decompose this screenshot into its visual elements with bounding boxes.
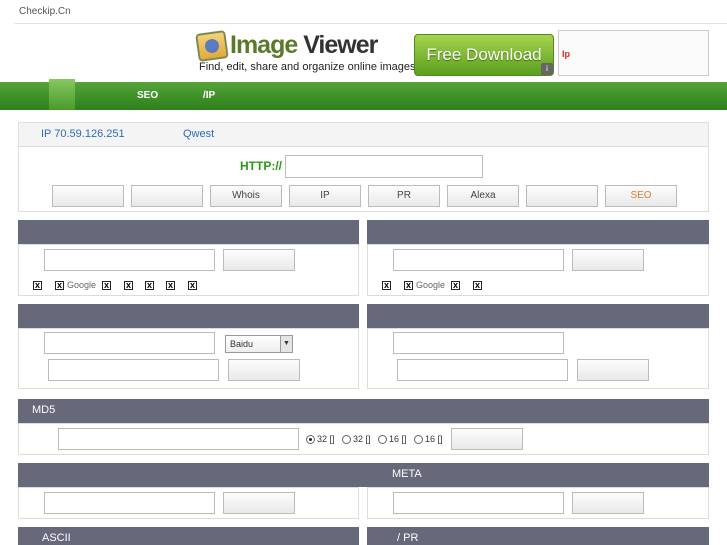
- alexa-button[interactable]: Alexa: [447, 185, 519, 207]
- md5-header: MD5: [18, 399, 709, 423]
- md5-radio-1-label: 32 []: [317, 434, 335, 444]
- section-3-submit-button[interactable]: [228, 359, 300, 381]
- top-divider: [14, 23, 727, 24]
- md5-radio-4[interactable]: [414, 435, 423, 444]
- url-input[interactable]: [285, 155, 483, 178]
- free-download-button[interactable]: Free Download: [414, 34, 554, 76]
- meta-right-input[interactable]: [393, 492, 564, 514]
- meta-title: META: [392, 468, 422, 480]
- section-1-checkbox-1[interactable]: x: [33, 281, 42, 290]
- section-1-checkbox-7[interactable]: x: [188, 281, 197, 290]
- http-label: HTTP://: [240, 159, 282, 173]
- pr-title: / PR: [397, 532, 419, 544]
- section-2-checkbox-1[interactable]: x: [382, 281, 391, 290]
- meta-right-submit-button[interactable]: [572, 492, 644, 514]
- section-1-input[interactable]: [44, 249, 215, 271]
- seo-button[interactable]: SEO: [605, 185, 677, 207]
- section-4-input-2[interactable]: [397, 359, 568, 381]
- whois-button[interactable]: Whois: [210, 185, 282, 207]
- section-2-input[interactable]: [393, 249, 564, 271]
- nav-home-tab[interactable]: [49, 79, 75, 110]
- site-name[interactable]: Checkip.Cn: [19, 6, 71, 17]
- meta-left-input[interactable]: [44, 492, 215, 514]
- section-1-checkbox-3[interactable]: x: [102, 281, 111, 290]
- section-3-input-2[interactable]: [48, 359, 219, 381]
- image-viewer-logo-icon[interactable]: [195, 30, 229, 62]
- search-engine-select[interactable]: Baidu ▼: [225, 335, 293, 353]
- section-4-header: [367, 304, 709, 328]
- client-ip-text: IP 70.59.126.251: [41, 128, 125, 140]
- ip-ad-box[interactable]: Ip: [558, 30, 709, 76]
- ad-title[interactable]: Image Viewer: [230, 31, 378, 60]
- section-4-submit-button[interactable]: [577, 359, 649, 381]
- meta-left-submit-button[interactable]: [223, 492, 295, 514]
- ip-ad-label: Ip: [562, 49, 570, 59]
- pr-header: / PR: [367, 527, 709, 545]
- nav-item-ip[interactable]: /IP: [203, 90, 215, 101]
- search-engine-value: Baidu: [230, 339, 254, 349]
- section-1-checkbox-google[interactable]: x: [55, 281, 64, 290]
- section-3-header: [18, 304, 359, 328]
- section-1-header: [18, 220, 359, 244]
- section-3-input[interactable]: [44, 332, 215, 354]
- section-1-checkbox-5[interactable]: x: [145, 281, 154, 290]
- md5-radio-3-label: 16 []: [389, 434, 407, 444]
- md5-radio-1[interactable]: [306, 435, 315, 444]
- chevron-down-icon: ▼: [280, 336, 292, 352]
- md5-submit-button[interactable]: [451, 428, 523, 450]
- md5-radio-2-label: 32 []: [353, 434, 371, 444]
- nav-bar: [0, 82, 727, 110]
- query-button-2[interactable]: [131, 185, 203, 207]
- section-1-checkbox-4[interactable]: x: [124, 281, 133, 290]
- section-1-checkbox-6[interactable]: x: [166, 281, 175, 290]
- ascii-header: ASCII: [18, 527, 359, 545]
- pr-button[interactable]: PR: [368, 185, 440, 207]
- md5-radio-3[interactable]: [378, 435, 387, 444]
- meta-header: META: [18, 463, 709, 487]
- md5-input[interactable]: [58, 428, 299, 450]
- isp-text: Qwest: [183, 128, 215, 140]
- md5-title: MD5: [32, 404, 56, 416]
- section-2-checkbox-4[interactable]: x: [473, 281, 482, 290]
- section-2-checkbox-google[interactable]: x: [404, 281, 413, 290]
- md5-radio-2[interactable]: [342, 435, 351, 444]
- ad-title-part2: Viewer: [297, 31, 378, 59]
- ascii-title: ASCII: [42, 532, 71, 544]
- query-button-7[interactable]: [526, 185, 598, 207]
- section-2-submit-button[interactable]: [572, 249, 644, 271]
- query-button-1[interactable]: [52, 185, 124, 207]
- section-2-google-label: Google: [416, 280, 446, 290]
- section-2-header: [367, 220, 709, 244]
- section-2-checkbox-3[interactable]: x: [451, 281, 460, 290]
- ip-button[interactable]: IP: [289, 185, 361, 207]
- ad-subtitle: Find, edit, share and organize online im…: [199, 61, 419, 73]
- section-4-input[interactable]: [393, 332, 564, 354]
- info-icon[interactable]: i: [541, 63, 553, 75]
- ad-title-part1: Image: [230, 31, 298, 59]
- md5-radio-4-label: 16 []: [425, 434, 443, 444]
- section-1-submit-button[interactable]: [223, 249, 295, 271]
- nav-item-seo[interactable]: SEO: [137, 90, 158, 101]
- section-1-google-label: Google: [67, 280, 97, 290]
